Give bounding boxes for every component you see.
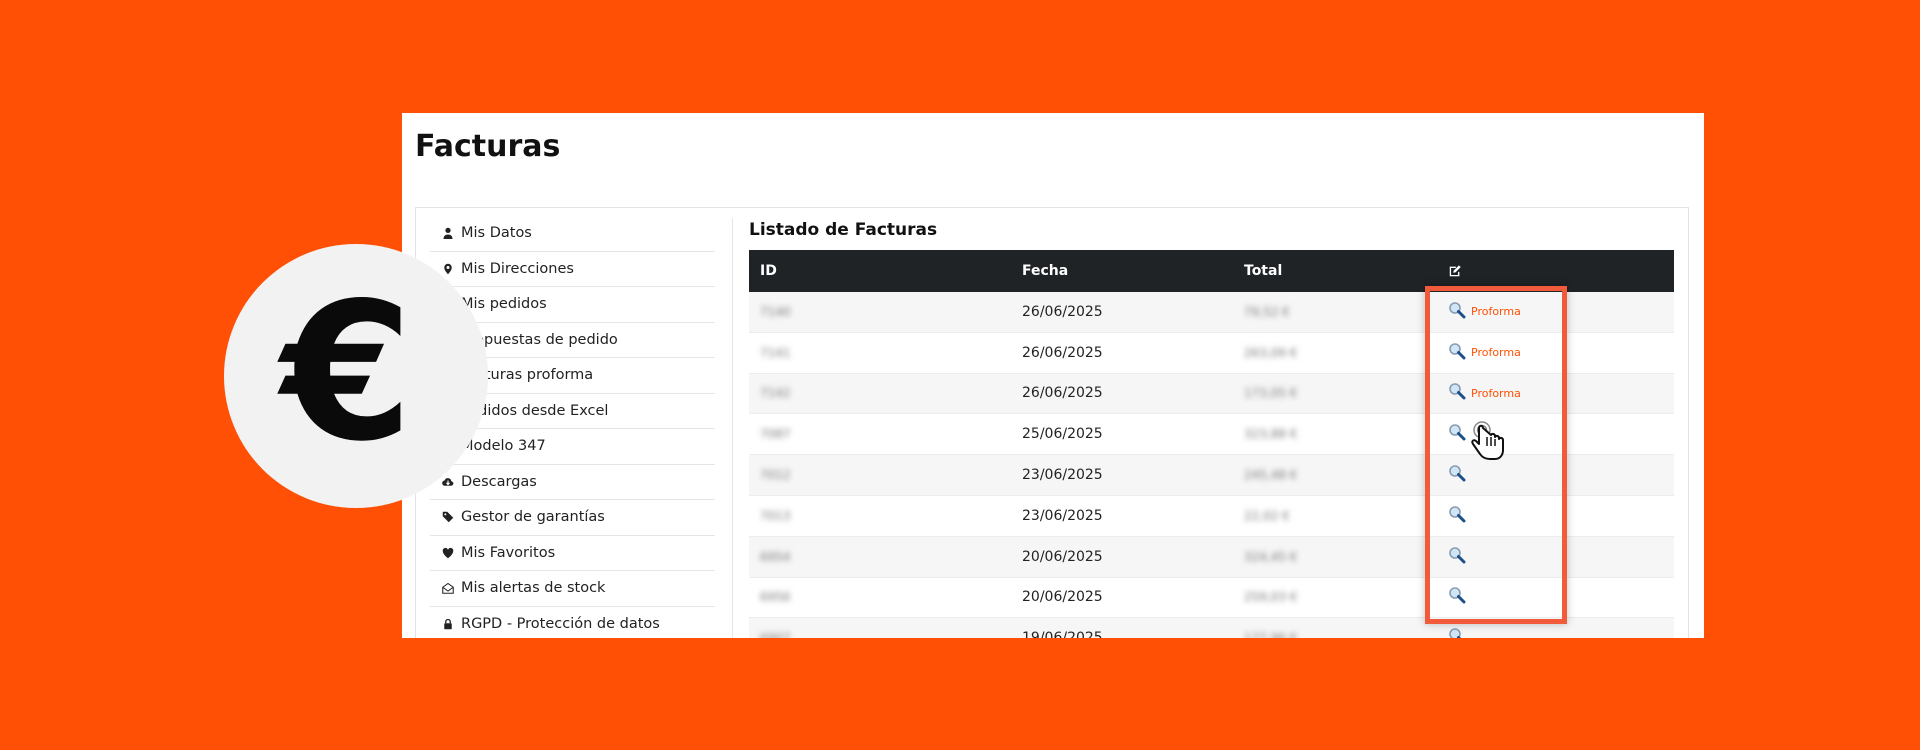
invoice-total-cell: 177,96 € [1244,631,1448,638]
table-body: 7140 26/06/2025 79,52 € Proforma 7141 26/06/2… [749,292,1674,638]
table-row: 7142 26/06/2025 173,05 € Proforma [749,373,1674,415]
table-row: 7141 26/06/2025 263,09 € Proforma [749,332,1674,374]
invoice-total-cell: 79,52 € [1244,304,1290,319]
invoice-id-cell: 6907 [749,631,1022,638]
invoices-panel: Facturas Mis Datos Mis Direcciones Mis ped… [402,113,1704,638]
user-icon [440,225,456,241]
invoice-id-cell: 6954 [760,549,791,564]
invoice-date-cell: 20/06/2025 [1022,589,1103,606]
invoice-date-cell: 26/06/2025 [1022,303,1103,320]
invoice-actions-cell: Proforma [1448,382,1674,404]
sidebar-item-descargas[interactable]: Descargas [430,465,715,500]
sidebar-item-gestor-de-garantías[interactable]: Gestor de garantías [430,500,715,536]
invoice-actions-cell [1448,586,1674,608]
invoice-total-cell: 245,48 € [1244,468,1298,483]
map-marker-icon [440,261,456,277]
invoice-id-cell: 6956 [760,590,791,605]
edit-icon [1448,264,1674,278]
view-invoice-icon[interactable] [1448,505,1471,527]
lock-icon [440,616,456,632]
table-row: 6954 20/06/2025 324,45 € [749,536,1674,578]
invoice-id-cell: 7141 [760,345,791,360]
table-row: 7140 26/06/2025 79,52 € Proforma [749,292,1674,333]
sidebar-item-mis-direcciones[interactable]: Mis Direcciones [430,252,715,287]
view-invoice-icon[interactable] [1448,342,1471,364]
invoice-id-cell: 7142 [760,386,791,401]
invoice-id-cell: 7013 [760,508,791,523]
sidebar-item-rgpd-protección-de-datos[interactable]: RGPD - Protección de datos [430,607,715,639]
heart-icon [440,545,456,561]
tags-icon [440,509,456,525]
table-row: 7087 25/06/2025 323,88 € [749,414,1674,456]
invoice-actions-cell [1448,505,1674,527]
page-title: Facturas [415,129,561,164]
sidebar-item-label: RGPD - Protección de datos [461,615,660,632]
table-row: 7013 23/06/2025 22,02 € [749,495,1674,537]
table-row: 7012 23/06/2025 245,48 € [749,455,1674,496]
invoice-actions-cell [1448,464,1674,486]
view-invoice-icon[interactable] [1448,627,1471,638]
proforma-link[interactable]: Proforma [1471,305,1521,318]
invoice-id-cell: 7012 [760,468,791,483]
invoice-total-cell: 259,03 € [1244,590,1298,605]
view-invoice-icon[interactable] [1448,301,1471,323]
table-row: 6956 20/06/2025 259,03 € [749,577,1674,619]
proforma-link[interactable]: Proforma [1471,346,1521,359]
view-invoice-icon[interactable] [1448,546,1471,568]
sidebar-item-label: Gestor de garantías [461,509,605,526]
sidebar-item-mis-favoritos[interactable]: Mis Favoritos [430,536,715,571]
column-header-total: Total [1244,263,1283,279]
view-invoice-icon[interactable] [1448,382,1471,404]
invoice-actions-cell: Proforma [1448,301,1674,323]
invoice-total-cell: 324,45 € [1244,549,1298,564]
invoice-actions-cell: Proforma [1448,342,1674,364]
cloud-download-icon [440,474,456,490]
hand-cursor-icon [1471,421,1504,460]
invoice-date-cell: 23/06/2025 [1022,507,1103,524]
invoice-date-cell: 25/06/2025 [1022,426,1103,443]
sidebar-item-label: Modelo 347 [461,438,546,455]
invoice-table: ID Fecha Total 7140 26/06/2025 79,52 € Prof… [749,250,1674,638]
divider [732,218,733,638]
proforma-link[interactable]: Proforma [1471,387,1521,400]
invoice-date-cell: 19/06/2025 [1022,630,1244,638]
table-header: ID Fecha Total [749,250,1674,292]
invoice-id-cell: 7140 [760,304,791,319]
view-invoice-icon[interactable] [1448,464,1471,486]
invoice-date-cell: 26/06/2025 [1022,385,1103,402]
table-row: 690719/06/2025177,96 € [749,618,1674,638]
sidebar-item-label: Mis pedidos [461,296,547,313]
column-header-date: Fecha [1022,263,1069,279]
invoice-date-cell: 26/06/2025 [1022,344,1103,361]
invoice-list-title: Listado de Facturas [749,220,938,240]
invoice-actions-cell [1448,627,1674,638]
view-invoice-icon[interactable] [1448,586,1471,608]
sidebar-item-label: Mis Direcciones [461,260,574,277]
invoice-total-cell: 263,09 € [1244,345,1298,360]
invoice-total-cell: 22,02 € [1244,508,1290,523]
envelope-open-icon [440,580,456,596]
sidebar-item-mis-alertas-de-stock[interactable]: Mis alertas de stock [430,571,715,607]
invoice-actions-cell [1448,546,1674,568]
invoice-date-cell: 20/06/2025 [1022,548,1103,565]
invoice-id-cell: 7087 [760,427,791,442]
column-header-id: ID [760,263,777,279]
sidebar-item-label: Mis Datos [461,225,532,242]
euro-badge: € [224,244,488,508]
euro-icon: € [280,262,414,483]
sidebar-item-label: Mis Favoritos [461,544,556,561]
invoice-date-cell: 23/06/2025 [1022,467,1103,484]
invoice-total-cell: 323,88 € [1244,427,1298,442]
invoice-total-cell: 173,05 € [1244,386,1298,401]
sidebar-item-mis-datos[interactable]: Mis Datos [430,216,715,252]
sidebar-item-label: Descargas [461,473,537,490]
sidebar-item-label: Mis alertas de stock [461,580,606,597]
